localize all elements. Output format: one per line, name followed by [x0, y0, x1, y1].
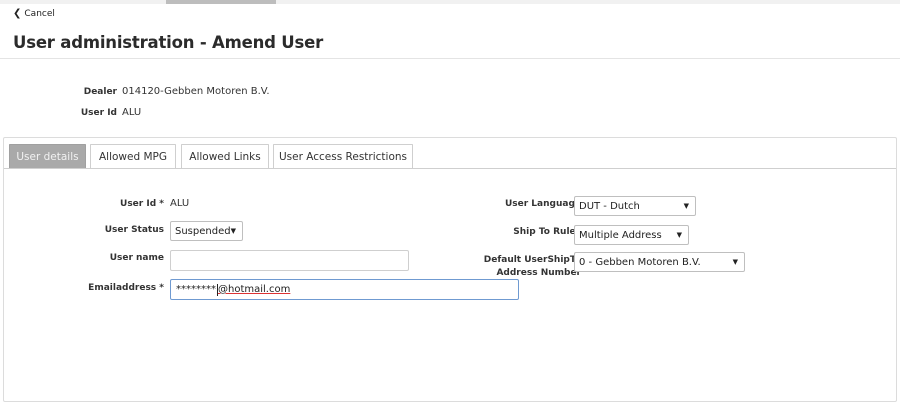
username-label: User name	[109, 253, 164, 263]
tabs-divider	[4, 168, 896, 169]
caret-down-icon: ▼	[683, 202, 689, 210]
caret-down-icon: ▼	[676, 231, 682, 239]
username-input[interactable]	[170, 250, 409, 271]
top-progress-strip	[0, 0, 900, 4]
user-language-select[interactable]: DUT - Dutch ▼	[574, 196, 696, 216]
tab-allowed-links[interactable]: Allowed Links	[181, 144, 269, 169]
user-status-value: Suspended	[175, 225, 231, 237]
default-shipto-value: 0 - Gebben Motoren B.V.	[579, 256, 701, 268]
top-progress-indicator	[166, 0, 276, 4]
dealer-info-row: Dealer 014120-Gebben Motoren B.V.	[0, 86, 270, 97]
email-domain-part: @hotmail.com	[218, 284, 291, 295]
userid-info-row: User Id ALU	[0, 107, 141, 118]
caret-down-icon: ▼	[732, 258, 738, 266]
user-language-label: User Language	[504, 199, 581, 209]
default-shipto-label-line2: Address Number	[496, 268, 581, 278]
default-shipto-label: Default UserShipTo Address Number	[450, 254, 581, 280]
tab-allowed-mpg[interactable]: Allowed MPG	[90, 144, 176, 169]
userid-info-label: User Id	[80, 108, 117, 118]
email-masked-part: ********	[176, 284, 216, 295]
user-status-label: User Status	[104, 225, 164, 235]
shipto-rules-select[interactable]: Multiple Address ▼	[574, 225, 689, 245]
default-shipto-label-line1: Default UserShipTo	[483, 255, 581, 265]
cancel-link[interactable]: ❮ Cancel	[13, 8, 55, 20]
shipto-rules-value: Multiple Address	[579, 229, 662, 241]
tab-user-access-restrictions[interactable]: User Access Restrictions	[273, 144, 413, 169]
userid-field-value: ALU	[170, 198, 190, 209]
email-label: Emailaddress *	[88, 283, 164, 293]
user-language-value: DUT - Dutch	[579, 200, 640, 212]
cancel-label: Cancel	[24, 9, 55, 19]
default-shipto-select[interactable]: 0 - Gebben Motoren B.V. ▼	[574, 252, 745, 272]
page-title: User administration - Amend User	[13, 33, 324, 52]
chevron-left-icon: ❮	[13, 8, 22, 19]
title-divider	[0, 58, 900, 59]
userid-field-label: User Id *	[120, 199, 164, 209]
userid-info-value: ALU	[122, 107, 142, 118]
shipto-rules-label: Ship To Rules	[513, 227, 581, 237]
tab-user-details[interactable]: User details	[9, 144, 86, 169]
user-status-select[interactable]: Suspended ▼	[170, 221, 243, 241]
caret-down-icon: ▼	[230, 227, 236, 235]
dealer-label: Dealer	[83, 87, 117, 97]
dealer-value: 014120-Gebben Motoren B.V.	[122, 86, 270, 97]
email-input[interactable]: ******** @hotmail.com	[170, 279, 519, 300]
